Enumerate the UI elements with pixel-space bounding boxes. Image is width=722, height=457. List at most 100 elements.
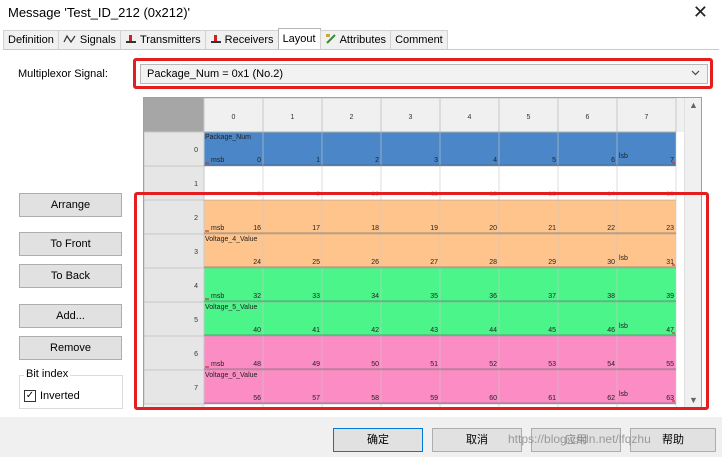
tab-signals[interactable]: Signals: [57, 30, 121, 49]
bit-number: 21: [548, 225, 556, 232]
grid-corner: [144, 98, 204, 132]
multiplexor-value: Package_Num = 0x1 (No.2): [147, 68, 284, 80]
bit-number: 51: [430, 361, 438, 368]
multiplexor-select[interactable]: Package_Num = 0x1 (No.2): [140, 64, 708, 84]
bit-number: 46: [607, 327, 615, 334]
bit-number: 26: [371, 259, 379, 266]
signal-name-label: Voltage_5_Value: [205, 304, 258, 311]
bit-number: 52: [489, 361, 497, 368]
bit-number: 11: [431, 191, 438, 198]
bit-number: 38: [607, 293, 615, 300]
signal-name-label: Voltage_6_Value: [205, 372, 258, 379]
receiver-icon: [210, 34, 222, 47]
column-header-label: 3: [409, 114, 413, 121]
bit-number: 42: [371, 327, 379, 334]
transmitter-icon: [125, 34, 137, 47]
bit-number: 39: [666, 293, 674, 300]
bit-number: 55: [666, 361, 674, 368]
bit-number: 48: [253, 361, 261, 368]
bit-number: 2: [375, 157, 379, 164]
remove-button[interactable]: Remove: [19, 336, 122, 360]
bit-number: 16: [253, 225, 261, 232]
tab-signals-label: Signals: [79, 34, 116, 46]
bit-number: 32: [253, 293, 261, 300]
lsb-label: lsb: [619, 153, 628, 160]
add-button-label: Add...: [56, 310, 85, 322]
tab-transmitters[interactable]: Transmitters: [119, 30, 206, 49]
signal-name-label: Package_Num: [205, 134, 251, 141]
tab-attributes[interactable]: Attributes: [319, 30, 392, 49]
bit-number: 19: [430, 225, 438, 232]
bit-number: 44: [489, 327, 497, 334]
tab-attributes-label: Attributes: [339, 34, 387, 46]
bit-number: 56: [253, 395, 261, 402]
tab-layout-label: Layout: [282, 33, 316, 45]
vertical-scrollbar[interactable]: ▲ ▼: [684, 98, 701, 407]
bit-number: 30: [607, 259, 615, 266]
bit-number: 34: [371, 293, 379, 300]
row-header-label: 5: [194, 317, 198, 324]
bit-number: 35: [430, 293, 438, 300]
window-title: Message 'Test_ID_212 (0x212)': [8, 5, 191, 20]
lsb-label: lsb: [619, 391, 628, 398]
bit-number: 49: [312, 361, 320, 368]
bit-number: 12: [489, 191, 497, 198]
scroll-up-icon[interactable]: ▲: [689, 100, 698, 110]
bit-number: 24: [253, 259, 261, 266]
tab-bar: Definition Signals Transmitters Receiver…: [3, 28, 719, 50]
column-header-label: 5: [527, 114, 531, 121]
to-front-button-label: To Front: [50, 238, 91, 250]
bit-number: 18: [371, 225, 379, 232]
add-button[interactable]: Add...: [19, 304, 122, 328]
to-back-button[interactable]: To Back: [19, 264, 122, 288]
tab-definition[interactable]: Definition: [3, 30, 59, 49]
bit-number: 57: [312, 395, 320, 402]
bit-number: 36: [489, 293, 497, 300]
tab-transmitters-label: Transmitters: [139, 34, 201, 46]
bit-number: 45: [548, 327, 556, 334]
bit-number: 15: [666, 191, 674, 198]
to-front-button[interactable]: To Front: [19, 232, 122, 256]
bit-number: 58: [371, 395, 379, 402]
bit-number: 10: [371, 191, 379, 198]
scroll-down-icon[interactable]: ▼: [689, 395, 698, 405]
chevron-down-icon: [691, 68, 700, 80]
lsb-label: lsb: [619, 255, 628, 262]
column-header-label: 4: [468, 114, 472, 121]
bit-number: 60: [489, 395, 497, 402]
arrange-button-label: Arrange: [50, 199, 91, 211]
bit-number: 1: [316, 157, 320, 164]
ok-button[interactable]: 确定: [333, 428, 423, 452]
bit-number: 8: [257, 191, 261, 198]
bit-number: 37: [548, 293, 556, 300]
inverted-checkbox-label: Inverted: [40, 390, 80, 402]
row-header-label: 2: [194, 215, 198, 222]
bit-number: 14: [607, 191, 615, 198]
tab-receivers-label: Receivers: [224, 34, 274, 46]
msb-label: msb: [211, 225, 224, 232]
attributes-icon: [325, 33, 337, 47]
row-header-label: 3: [194, 249, 198, 256]
bit-index-group: Bit index ✓ Inverted: [19, 368, 123, 409]
bit-layout-grid[interactable]: 0 1 2 3 4 5 6 7 0 1 2 3 4 5 6 7 0 1 2 3 4 5 6 7 8 9 10 11 12 13 14 15 16…: [143, 97, 702, 408]
row-header-label: 0: [194, 147, 198, 154]
remove-button-label: Remove: [50, 342, 91, 354]
bit-number: 17: [312, 225, 320, 232]
bit-number: 20: [489, 225, 497, 232]
lsb-label: lsb: [619, 323, 628, 330]
arrange-button[interactable]: Arrange: [19, 193, 122, 217]
bit-number: 9: [316, 191, 320, 198]
bit-index-legend: Bit index: [24, 368, 71, 380]
bit-number: 61: [548, 395, 556, 402]
to-back-button-label: To Back: [50, 270, 91, 282]
column-header-label: 2: [350, 114, 354, 121]
tab-receivers[interactable]: Receivers: [204, 30, 279, 49]
tab-layout[interactable]: Layout: [277, 28, 321, 49]
bit-number: 54: [607, 361, 615, 368]
close-icon[interactable]: ✕: [693, 2, 708, 23]
bit-number: 28: [489, 259, 497, 266]
column-header-label: 6: [586, 114, 590, 121]
inverted-checkbox[interactable]: ✓: [24, 390, 36, 402]
bit-number: 4: [493, 157, 497, 164]
tab-comment[interactable]: Comment: [390, 30, 448, 49]
